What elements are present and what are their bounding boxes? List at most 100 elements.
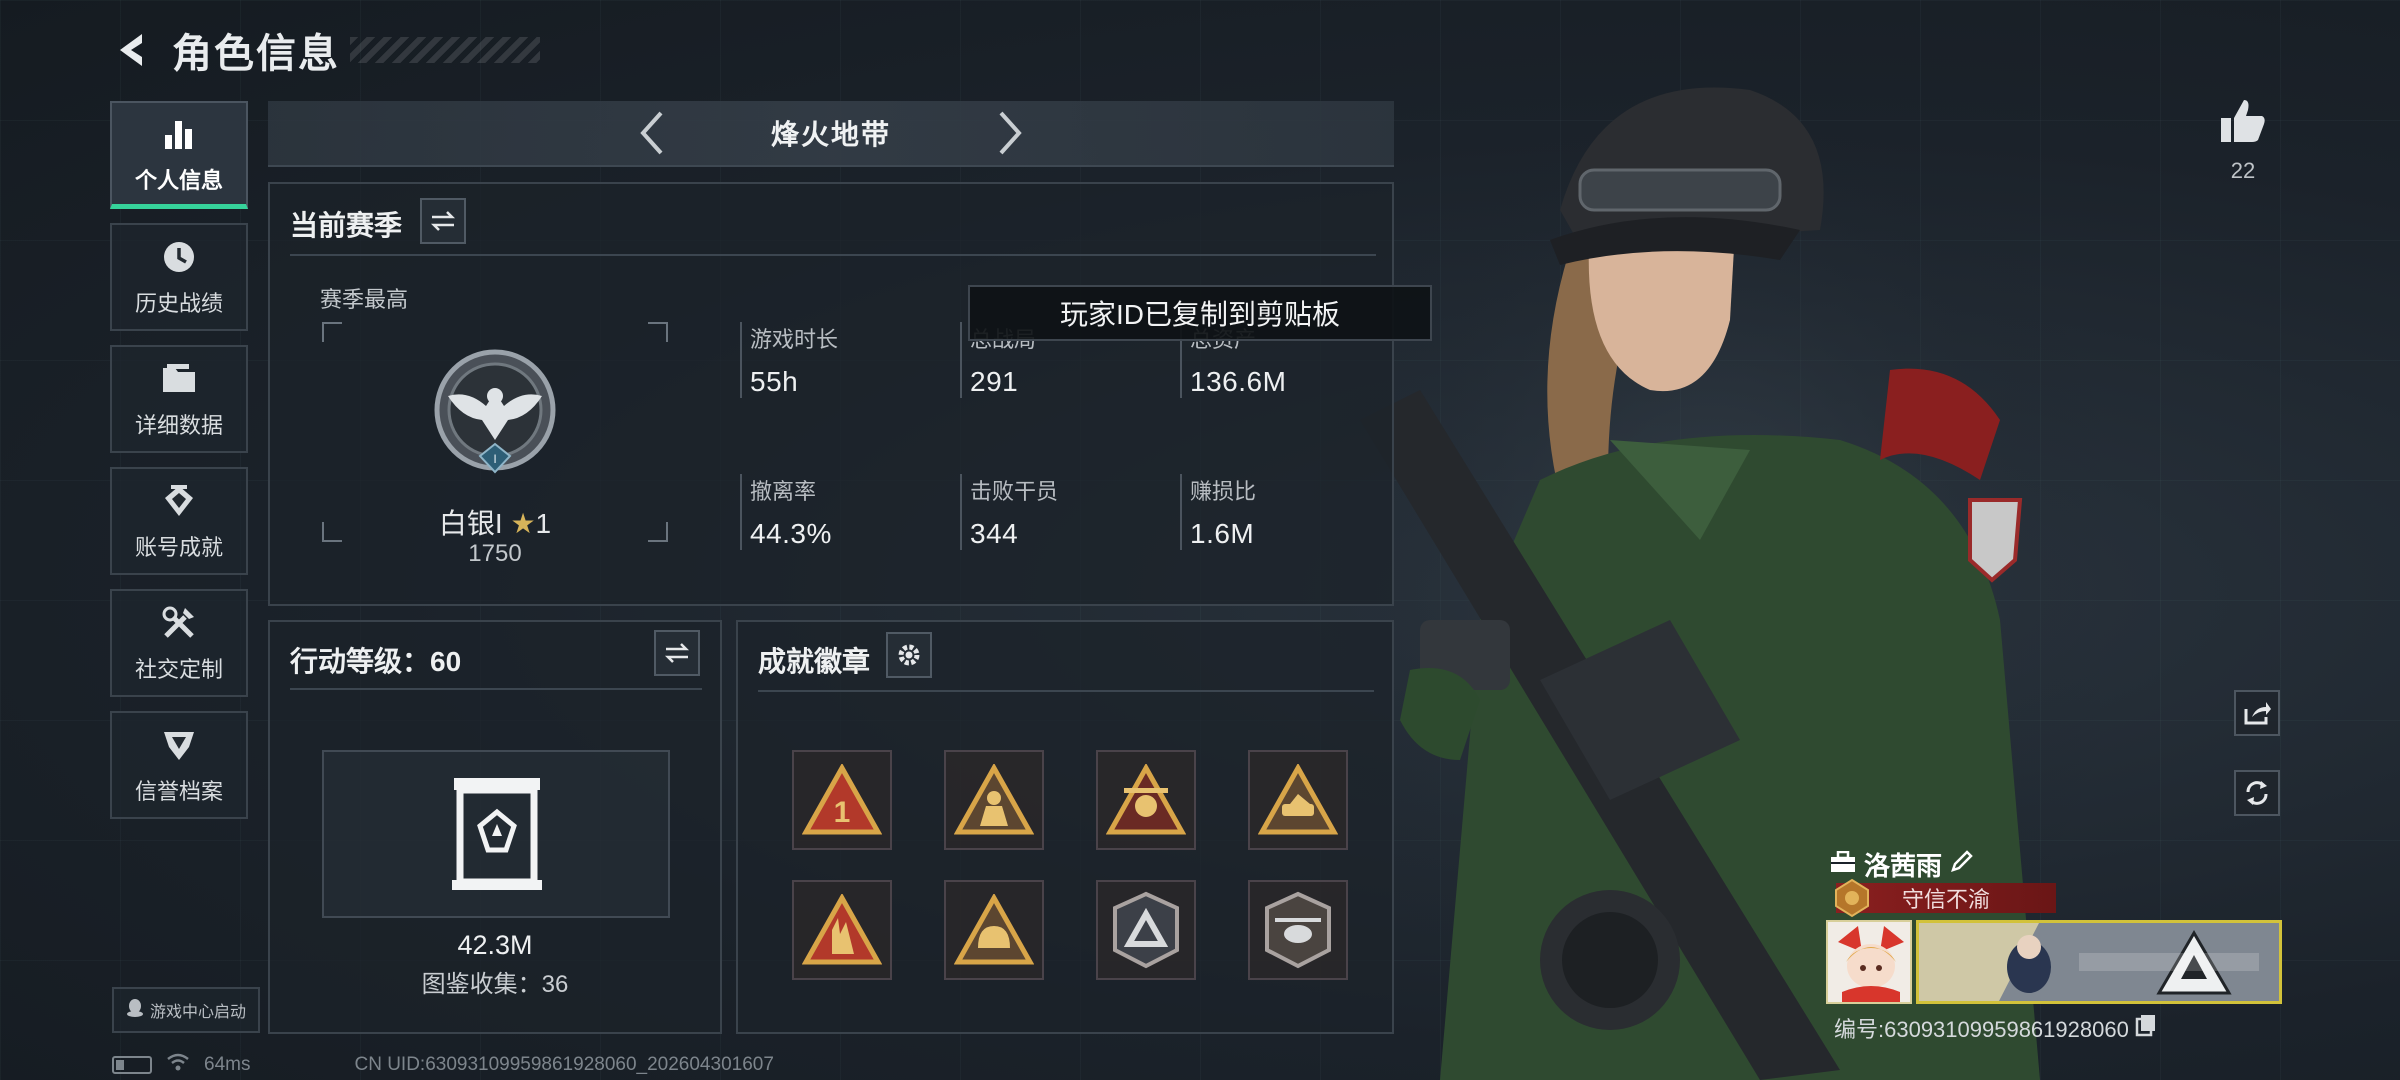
folder-icon [158,358,200,400]
level-panel: 行动等级：60 42.3M 图鉴收集：36 [268,620,722,1034]
stat-value: 136.6M [1190,366,1287,397]
badge-rank-one[interactable]: 1 [792,750,892,850]
back-arrow-icon [120,34,142,66]
refresh-button[interactable] [2234,770,2280,816]
badge-triangle[interactable] [1096,880,1196,980]
level-title: 行动等级：60 [290,640,461,680]
rank-points: 1750 [468,540,522,567]
sidebar-item-label: 账号成就 [134,535,223,560]
mode-next-button[interactable] [981,103,1041,163]
season-divider [290,254,1376,256]
svg-text:1: 1 [834,796,851,829]
mode-title: 烽火地带 [770,119,891,150]
sidebar-item-label: 信誉档案 [134,779,223,804]
season-best-label: 赛季最高 [320,287,409,312]
stat-value: 1.6M [1190,518,1255,549]
ping-text: 64ms [204,1054,251,1075]
stat-label: 赚损比 [1190,479,1257,504]
copy-icon [2135,1015,2155,1037]
achievement-icon [158,480,200,522]
page-title: 角色信息 [172,32,340,76]
stat-profit-ratio: 赚损比 1.6M [1180,474,1256,550]
title-decoration [350,37,540,63]
share-icon [2244,702,2271,725]
season-switch-button[interactable] [420,198,466,244]
game-center-label: 游戏中心启动 [149,1004,246,1021]
stat-value: 44.3% [750,518,832,549]
level-title-label: 行动等级： [290,646,431,677]
player-name: 洛茜雨 [1864,851,1943,881]
mode-prev-button[interactable] [621,103,681,163]
battery-icon [112,1056,152,1074]
collection-count: 图鉴收集：36 [421,971,569,998]
player-uid: 编号:63093109959861928060 [1834,1017,2129,1042]
copy-uid-button[interactable] [2135,1013,2157,1043]
sidebar-item-achievements[interactable]: 账号成就 [110,467,248,575]
copied-toast: 玩家ID已复制到剪贴板 [968,285,1432,341]
status-bar: 64ms CN UID:63093109959861928060_2026043… [112,1052,774,1078]
history-icon [158,236,200,278]
badge-squad[interactable] [944,750,1044,850]
season-title: 当前赛季 [290,210,403,241]
rank-stars: 1 [535,508,552,539]
badges-settings-button[interactable] [886,632,932,678]
swap-icon [430,211,456,231]
badge-squad-icon [954,764,1034,835]
badge-helmet[interactable] [944,880,1044,980]
uid-footer: CN UID:63093109959861928060_202604301607 [354,1054,774,1075]
sidebar-item-reputation[interactable]: 信誉档案 [110,711,248,819]
sidebar-item-label: 详细数据 [134,413,223,438]
player-uid-row: 编号:63093109959861928060 [1834,1012,2157,1044]
player-banner[interactable] [1916,920,2282,1004]
stat-label: 击败干员 [970,479,1059,504]
sidebar: 个人信息 历史战绩 详细数据 账号成就 社交定制 信誉档案 [110,101,250,833]
badge-skull[interactable] [1096,750,1196,850]
banner-image [1919,923,2279,1001]
stat-label: 游戏时长 [750,327,839,352]
sidebar-item-history[interactable]: 历史战绩 [110,223,248,331]
badge-vehicle-icon [1258,764,1338,835]
game-center-button[interactable]: 游戏中心启动 [112,987,260,1033]
sidebar-item-label: 历史战绩 [134,291,223,316]
qq-icon [126,998,144,1023]
like-count: 22 [2230,158,2256,183]
badge-rank-one-icon: 1 [802,764,882,835]
badge-hand-sign[interactable] [792,880,892,980]
edit-name-button[interactable] [1950,849,1974,880]
badge-helicopter-icon [1265,891,1331,969]
badge-helicopter[interactable] [1248,880,1348,980]
avatar-image [1828,922,1910,1002]
avatar[interactable] [1826,920,1912,1004]
sidebar-item-detail-data[interactable]: 详细数据 [110,345,248,453]
thumbs-up-icon [2221,100,2265,142]
level-divider [290,688,702,690]
star-icon: ★ [510,508,536,539]
stat-value: 344 [970,518,1019,549]
bar-chart-icon [158,113,200,155]
stat-extract-rate: 撤离率 44.3% [740,474,832,550]
badge-hand-sign-icon [802,894,882,965]
level-switch-button[interactable] [654,630,700,676]
briefcase-icon [1830,849,1856,880]
header: 角色信息 [110,22,540,78]
badges-title: 成就徽章 [758,646,871,677]
title-medal-icon [1835,878,1869,918]
share-button[interactable] [2234,690,2280,736]
back-button[interactable] [110,28,154,72]
sidebar-item-label: 社交定制 [134,657,223,682]
svg-text:I: I [493,452,496,466]
like-button[interactable] [2218,96,2268,146]
rank-emblem-icon: I [434,349,556,474]
chevron-right-icon [999,111,1022,155]
refresh-icon [2246,781,2268,805]
sidebar-item-social[interactable]: 社交定制 [110,589,248,697]
badge-vehicle[interactable] [1248,750,1348,850]
tools-icon [158,602,200,644]
sidebar-item-personal-info[interactable]: 个人信息 [110,101,248,209]
swap-icon [664,643,690,663]
collection-archive[interactable] [322,750,670,918]
rank-name: 白银I [438,508,503,539]
mode-switcher: 烽火地带 [268,101,1394,167]
stat-value: 291 [970,366,1019,397]
collection-case-icon [452,778,542,890]
